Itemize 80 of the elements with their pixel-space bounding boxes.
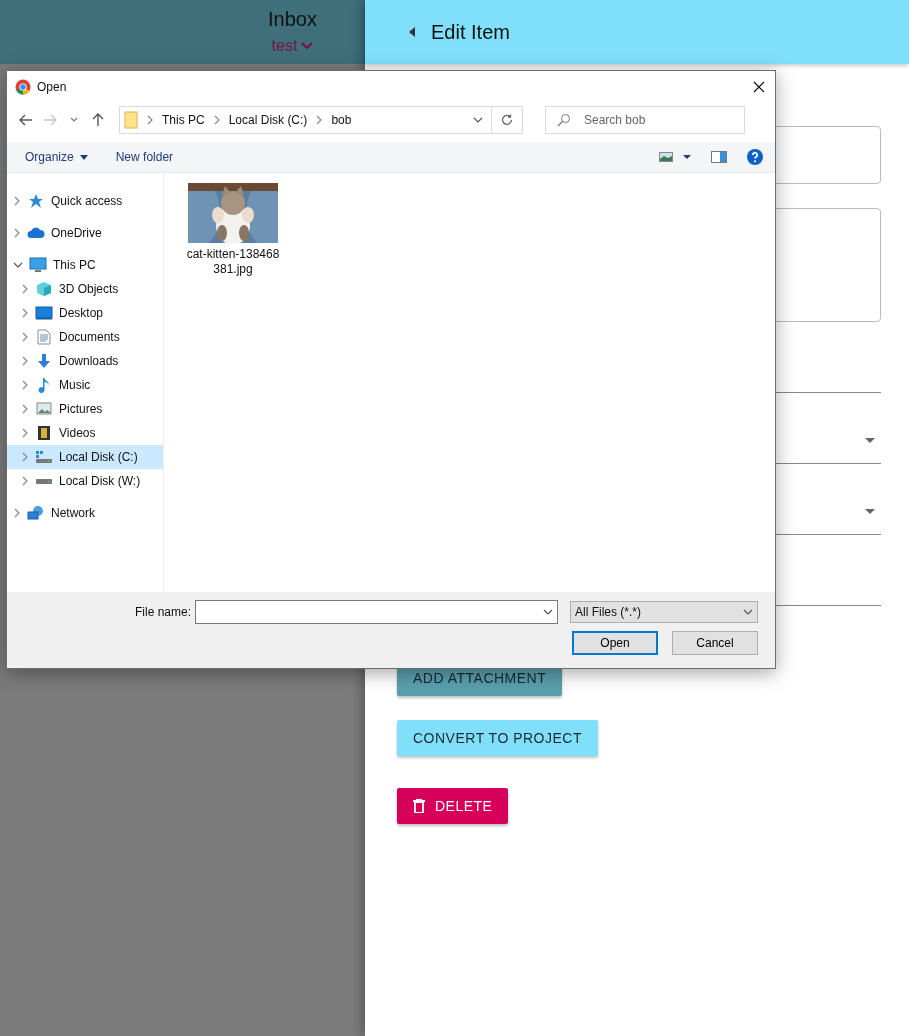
- breadcrumb[interactable]: This PC: [162, 113, 205, 127]
- chevron-down-icon[interactable]: [70, 117, 78, 123]
- monitor-icon: [35, 306, 53, 320]
- chevron-right-icon[interactable]: [21, 428, 29, 438]
- star-icon: [28, 193, 44, 209]
- preview-pane-icon[interactable]: [711, 151, 727, 163]
- search-icon: [557, 113, 571, 127]
- chevron-right-icon[interactable]: [146, 115, 154, 125]
- toolbar-button[interactable]: New folder: [115, 150, 174, 164]
- nav-item[interactable]: OneDrive: [7, 221, 163, 245]
- help-icon[interactable]: [747, 149, 763, 165]
- back-arrow-icon[interactable]: [19, 114, 33, 126]
- chevron-right-icon[interactable]: [21, 332, 29, 342]
- chevron-right-icon[interactable]: [21, 404, 29, 414]
- nav-item[interactable]: Downloads: [7, 349, 163, 373]
- cloud-icon: [27, 227, 45, 239]
- chevron-right-icon[interactable]: [21, 356, 29, 366]
- chevron-right-icon[interactable]: [21, 308, 29, 318]
- chevron-down-icon[interactable]: [473, 116, 483, 124]
- file-name[interactable]: cat-kitten-138468381.jpg: [184, 247, 282, 277]
- refresh-icon[interactable]: [501, 114, 513, 126]
- cube-icon: [36, 281, 52, 297]
- dropdown-arrow-icon: [865, 437, 875, 443]
- nav-item[interactable]: Network: [7, 501, 163, 525]
- toolbar-button[interactable]: Organize: [25, 150, 88, 164]
- close-button[interactable]: [751, 79, 767, 95]
- down-arrow-icon: [36, 353, 52, 369]
- panel-title: Edit Item: [431, 20, 510, 44]
- chevron-right-icon[interactable]: [13, 508, 21, 518]
- search-field[interactable]: Search bob: [545, 106, 745, 134]
- up-arrow-icon[interactable]: [92, 113, 104, 127]
- network-icon: [27, 505, 45, 521]
- nav-item[interactable]: Music: [7, 373, 163, 397]
- chevron-right-icon[interactable]: [13, 196, 21, 206]
- nav-item[interactable]: 3D Objects: [7, 277, 163, 301]
- music-note-icon: [37, 377, 51, 393]
- dialog-button[interactable]: Cancel: [672, 631, 758, 655]
- computer-icon: [29, 257, 47, 273]
- dialog-title: Open: [37, 80, 68, 94]
- trash-icon: [413, 799, 425, 813]
- nav-item[interactable]: Quick access: [7, 189, 163, 213]
- field-label: File name:: [134, 605, 191, 619]
- chevron-right-icon[interactable]: [21, 284, 29, 294]
- file-type-select[interactable]: All Files (*.*): [570, 601, 758, 623]
- chevron-right-icon[interactable]: [13, 228, 21, 238]
- chevron-down-icon[interactable]: [743, 608, 753, 616]
- drive-icon: [36, 478, 52, 484]
- chevron-right-icon[interactable]: [212, 115, 221, 125]
- breadcrumb[interactable]: bob: [331, 113, 352, 127]
- nav-item[interactable]: Local Disk (C:): [7, 445, 163, 469]
- film-icon: [37, 425, 51, 441]
- chevron-right-icon[interactable]: [315, 115, 324, 125]
- nav-item[interactable]: This PC: [7, 253, 163, 277]
- folder-icon: [124, 111, 138, 129]
- breadcrumb[interactable]: Local Disk (C:): [228, 113, 308, 127]
- address-bar[interactable]: This PC Local Disk (C:) bob: [119, 106, 523, 134]
- chevron-down-icon[interactable]: [13, 261, 23, 269]
- dialog-button[interactable]: Open: [572, 631, 658, 655]
- landscape-icon: [36, 402, 52, 416]
- chevron-down-icon: [301, 42, 314, 50]
- header-title: Inbox: [268, 8, 317, 31]
- delete-button[interactable]: DELETE: [397, 788, 509, 824]
- file-name-field[interactable]: [195, 600, 558, 624]
- drive-icon: [35, 450, 53, 464]
- nav-item[interactable]: Pictures: [7, 397, 163, 421]
- back-icon[interactable]: [409, 27, 415, 37]
- chevron-down-icon[interactable]: [543, 608, 553, 616]
- view-options-icon[interactable]: [659, 152, 691, 162]
- dropdown-arrow-icon: [865, 508, 875, 514]
- nav-item[interactable]: Documents: [7, 325, 163, 349]
- nav-item[interactable]: Local Disk (W:): [7, 469, 163, 493]
- chevron-right-icon[interactable]: [21, 380, 29, 390]
- browser-logo-icon: [15, 79, 31, 95]
- action-button[interactable]: CONVERT TO PROJECT: [397, 720, 598, 756]
- dropdown-arrow-icon: [79, 154, 88, 160]
- nav-item[interactable]: Desktop: [7, 301, 163, 325]
- document-icon: [37, 329, 51, 345]
- chevron-right-icon[interactable]: [21, 452, 29, 462]
- chevron-right-icon[interactable]: [21, 476, 29, 486]
- nav-item[interactable]: Videos: [7, 421, 163, 445]
